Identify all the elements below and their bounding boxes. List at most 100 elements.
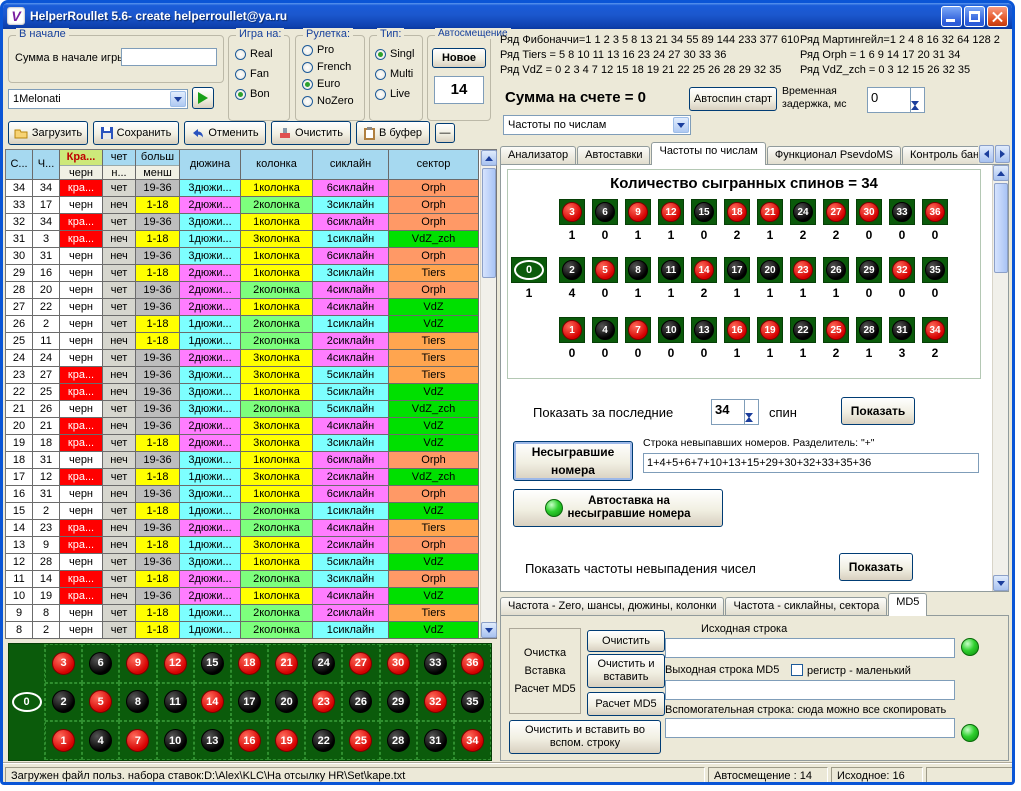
tab-частоты-по-числам[interactable]: Частоты по числам xyxy=(651,142,765,165)
bet-number[interactable]: 22 xyxy=(305,721,342,760)
source-string-input[interactable] xyxy=(665,638,955,658)
scrollbar-thumb[interactable] xyxy=(482,168,496,278)
freq-number[interactable]: 13 xyxy=(691,317,717,343)
bet-number[interactable]: 11 xyxy=(157,683,194,722)
bet-number[interactable]: 9 xyxy=(119,644,156,683)
bet-number[interactable]: 3 xyxy=(45,644,82,683)
bet-number[interactable]: 33 xyxy=(417,644,454,683)
freq-number[interactable]: 5 xyxy=(592,257,618,283)
bet-number[interactable]: 19 xyxy=(268,721,305,760)
bet-number[interactable]: 28 xyxy=(380,721,417,760)
bet-number[interactable]: 31 xyxy=(417,721,454,760)
tab-частота-сиклайны-сектора[interactable]: Частота - сиклайны, сектора xyxy=(725,597,887,616)
bet-number[interactable]: 6 xyxy=(82,644,119,683)
freq-number[interactable]: 28 xyxy=(856,317,882,343)
tab-автоставки[interactable]: Автоставки xyxy=(577,146,650,165)
title-bar[interactable]: V HelperRoullet 5.6- create helperroulle… xyxy=(3,3,1012,29)
freq-number[interactable]: 23 xyxy=(790,257,816,283)
md5-calc-button[interactable]: Расчет MD5 xyxy=(587,692,665,716)
preset-combo[interactable]: 1Melonati xyxy=(8,89,188,109)
bet-number[interactable]: 5 xyxy=(82,683,119,722)
bet-number[interactable]: 34 xyxy=(454,721,491,760)
bet-number[interactable]: 8 xyxy=(119,683,156,722)
scroll-up-icon[interactable] xyxy=(993,165,1009,181)
maximize-button[interactable] xyxy=(964,6,985,27)
play-button[interactable] xyxy=(192,87,214,109)
bet-number[interactable]: 12 xyxy=(157,644,194,683)
bet-number[interactable]: 1 xyxy=(45,721,82,760)
freq-number[interactable]: 18 xyxy=(724,199,750,225)
bet-number[interactable]: 35 xyxy=(454,683,491,722)
tab-анализатор[interactable]: Анализатор xyxy=(500,146,576,165)
new-button[interactable]: Новое xyxy=(432,48,486,68)
panel-scrollbar[interactable] xyxy=(992,165,1008,591)
radio-multi[interactable]: Multi xyxy=(375,68,413,80)
tab-scroll-right-icon[interactable] xyxy=(995,145,1010,163)
tab-md5[interactable]: MD5 xyxy=(888,593,927,616)
bet-number[interactable]: 2 xyxy=(45,683,82,722)
freq-zero[interactable]: 0 xyxy=(511,257,547,283)
bet-number[interactable]: 10 xyxy=(157,721,194,760)
freq-number[interactable]: 11 xyxy=(658,257,684,283)
bet-number[interactable]: 4 xyxy=(82,721,119,760)
freq-number[interactable]: 22 xyxy=(790,317,816,343)
freq-number[interactable]: 34 xyxy=(922,317,948,343)
freq-number[interactable]: 31 xyxy=(889,317,915,343)
lowercase-checkbox[interactable] xyxy=(791,664,803,676)
save-button[interactable]: Сохранить xyxy=(93,121,179,145)
autospin-button[interactable]: Автоспин старт xyxy=(689,87,777,111)
tab-частота-zero-шансы-дюжины-колонки[interactable]: Частота - Zero, шансы, дюжины, колонки xyxy=(500,597,724,616)
freq-number[interactable]: 25 xyxy=(823,317,849,343)
freq-number[interactable]: 33 xyxy=(889,199,915,225)
show-miss-freq-button[interactable]: Показать xyxy=(839,553,913,581)
bet-zero[interactable]: 0 xyxy=(9,644,45,760)
load-button[interactable]: Загрузить xyxy=(8,121,88,145)
freq-number[interactable]: 6 xyxy=(592,199,618,225)
radio-real[interactable]: Real xyxy=(235,48,273,60)
bet-number[interactable]: 17 xyxy=(231,683,268,722)
freq-number[interactable]: 32 xyxy=(889,257,915,283)
start-sum-input[interactable] xyxy=(121,48,217,66)
chevron-down-icon[interactable] xyxy=(170,91,186,107)
radio-euro[interactable]: Euro xyxy=(302,78,340,90)
md5-clear-paste-button[interactable]: Очистить и вставить xyxy=(587,654,665,688)
bet-number[interactable]: 26 xyxy=(342,683,379,722)
radio-singl[interactable]: Singl xyxy=(375,48,414,60)
delay-spinner[interactable]: 0 xyxy=(867,87,925,113)
freq-number[interactable]: 17 xyxy=(724,257,750,283)
bet-number[interactable]: 29 xyxy=(380,683,417,722)
bet-number[interactable]: 25 xyxy=(342,721,379,760)
freq-number[interactable]: 36 xyxy=(922,199,948,225)
freq-number[interactable]: 14 xyxy=(691,257,717,283)
bet-number[interactable]: 13 xyxy=(194,721,231,760)
scroll-down-icon[interactable] xyxy=(993,575,1009,591)
freq-number[interactable]: 21 xyxy=(757,199,783,225)
freq-number[interactable]: 29 xyxy=(856,257,882,283)
bet-number[interactable]: 15 xyxy=(194,644,231,683)
missing-numbers-input[interactable] xyxy=(643,453,979,473)
freq-number[interactable]: 10 xyxy=(658,317,684,343)
md5-clear-button[interactable]: Очистить xyxy=(587,630,665,652)
minimize-button[interactable] xyxy=(941,6,962,27)
freq-number[interactable]: 16 xyxy=(724,317,750,343)
output-string-input[interactable] xyxy=(665,680,955,700)
bet-number[interactable]: 16 xyxy=(231,721,268,760)
aux-string-input[interactable] xyxy=(665,718,955,738)
scrollbar-thumb[interactable] xyxy=(994,183,1008,273)
bet-number[interactable]: 14 xyxy=(194,683,231,722)
freq-number[interactable]: 24 xyxy=(790,199,816,225)
radio-live[interactable]: Live xyxy=(375,88,410,100)
bet-number[interactable]: 23 xyxy=(305,683,342,722)
bet-number[interactable]: 20 xyxy=(268,683,305,722)
missing-numbers-button[interactable]: Несыгравшие номера xyxy=(513,441,633,481)
last-spins-spinner[interactable]: 34 xyxy=(711,399,759,425)
radio-pro[interactable]: Pro xyxy=(302,44,334,56)
to-buffer-button[interactable]: В буфер xyxy=(356,121,430,145)
bet-number[interactable]: 36 xyxy=(454,644,491,683)
clear-button[interactable]: Очистить xyxy=(271,121,351,145)
freq-number[interactable]: 8 xyxy=(625,257,651,283)
autobet-missing-button[interactable]: Автоставка нанесыгравшие номера xyxy=(513,489,723,527)
collapse-button[interactable]: — xyxy=(435,123,455,143)
freq-number[interactable]: 12 xyxy=(658,199,684,225)
freq-number[interactable]: 27 xyxy=(823,199,849,225)
